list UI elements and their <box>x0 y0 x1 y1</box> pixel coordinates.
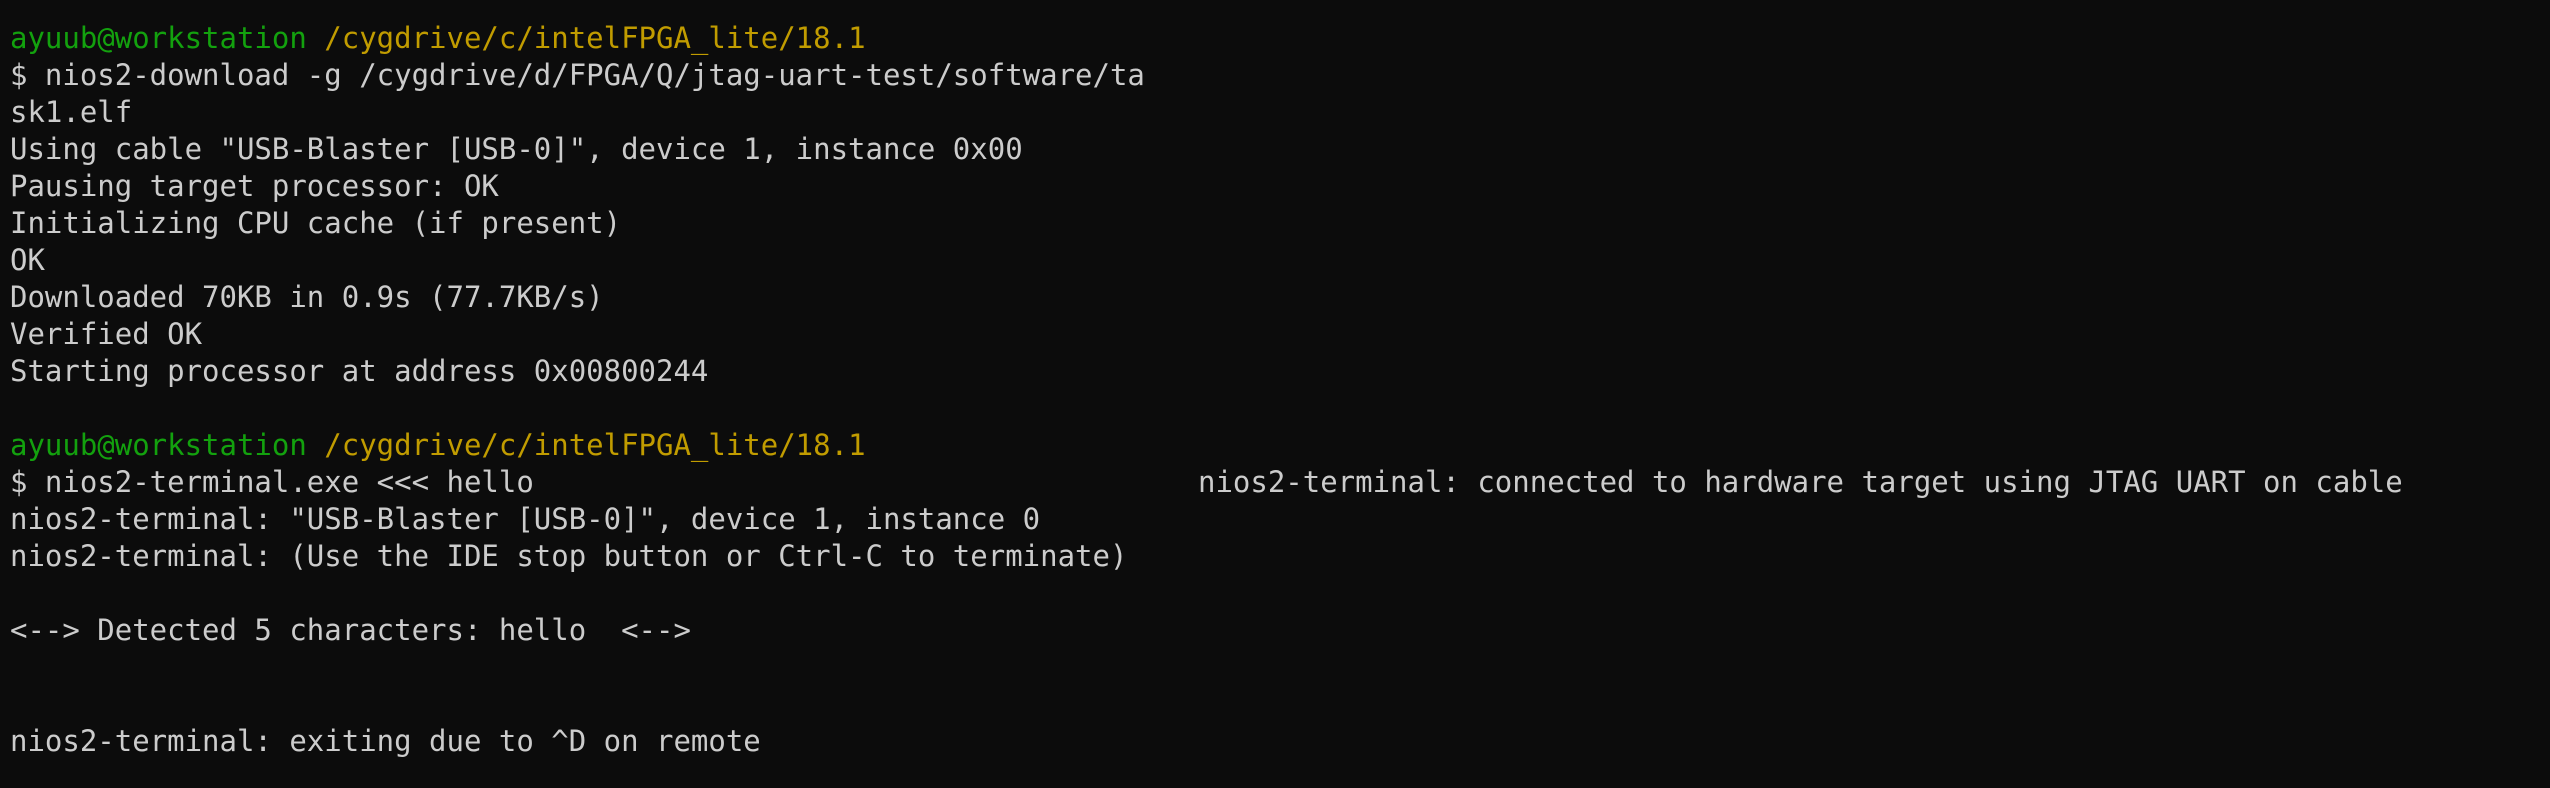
output-line: nios2-terminal: (Use the IDE stop button… <box>10 539 1128 573</box>
output-line: OK <box>10 243 45 277</box>
prompt-line-2: ayuub@workstation /cygdrive/c/intelFPGA_… <box>10 427 2550 464</box>
terminal-window[interactable]: ayuub@workstation /cygdrive/c/intelFPGA_… <box>0 0 2550 788</box>
output-line: Starting processor at address 0x00800244 <box>10 354 709 388</box>
prompt-line-1: ayuub@workstation /cygdrive/c/intelFPGA_… <box>10 20 2550 57</box>
detected-characters-line: <--> Detected 5 characters: hello <--> <box>10 613 691 647</box>
prompt-user-host: ayuub@workstation <box>10 428 307 462</box>
exit-message-line: nios2-terminal: exiting due to ^D on rem… <box>10 724 761 758</box>
output-line: Using cable "USB-Blaster [USB-0]", devic… <box>10 132 1023 166</box>
output-line: Pausing target processor: OK <box>10 169 499 203</box>
command-line-terminal: $ nios2-terminal.exe <<< hello nios2-term… <box>10 464 2550 501</box>
terminal-connected-message: nios2-terminal: connected to hardware ta… <box>1198 465 2403 499</box>
output-line: Downloaded 70KB in 0.9s (77.7KB/s) <box>10 280 604 314</box>
output-line: Verified OK <box>10 317 203 351</box>
terminal-command: $ nios2-terminal.exe <<< hello <box>10 465 534 499</box>
prompt-path: /cygdrive/c/intelFPGA_lite/18.1 <box>324 21 866 55</box>
output-line: Initializing CPU cache (if present) <box>10 206 622 240</box>
output-line: nios2-terminal: "USB-Blaster [USB-0]", d… <box>10 502 1041 536</box>
prompt-user-host: ayuub@workstation <box>10 21 307 55</box>
command-line-download-a: $ nios2-download -g /cygdrive/d/FPGA/Q/j… <box>10 58 1145 92</box>
command-line-download-b: sk1.elf <box>10 95 133 129</box>
prompt-path: /cygdrive/c/intelFPGA_lite/18.1 <box>324 428 866 462</box>
